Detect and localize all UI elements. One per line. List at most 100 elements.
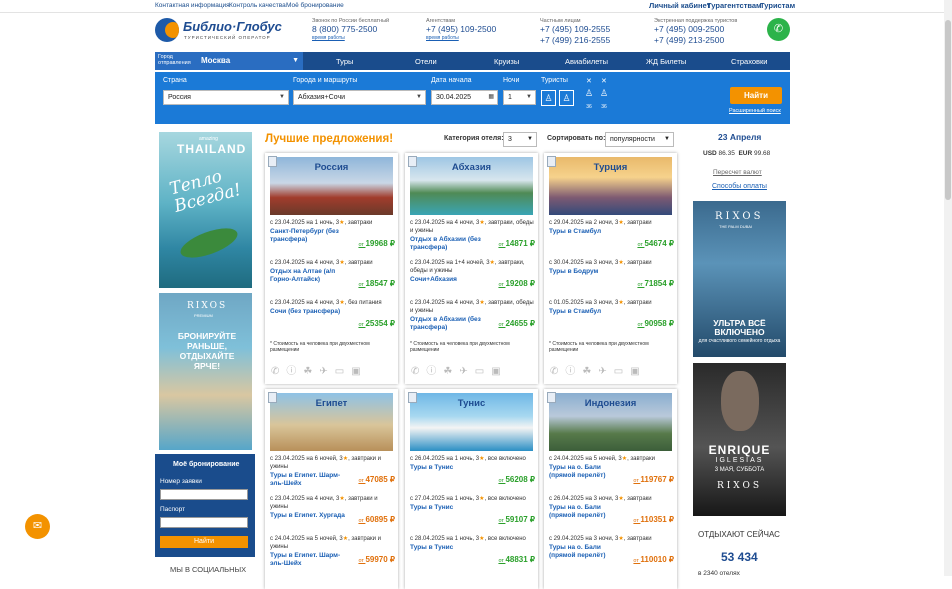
logo[interactable]: Библио·Глобус ТУРИСТИЧЕСКИЙ ОПЕРАТОР — [155, 18, 282, 44]
offer-price[interactable]: от 47085 ₽ — [358, 475, 395, 484]
rixos-dubai-banner[interactable]: RIXOS THE PALM DUBAI УЛЬТРА ВСЁ ВКЛЮЧЕНО… — [693, 201, 786, 357]
calendar-icon[interactable]: ▦ — [488, 91, 494, 104]
child-icon[interactable]: ♙ — [599, 88, 609, 99]
booking-find-button[interactable]: Найти — [160, 536, 248, 548]
nav-cruises[interactable]: Круизы — [494, 57, 519, 66]
offer-price[interactable]: от 19968 ₽ — [358, 239, 395, 248]
offer-price[interactable]: от 48831 ₽ — [498, 555, 535, 564]
offer-link[interactable]: Туры на о. Бали (прямой перелёт) — [549, 464, 629, 480]
phone-number[interactable]: +7 (499) 213-2500 — [654, 35, 737, 46]
child-icon[interactable]: ♙ — [584, 88, 594, 99]
bus-icon[interactable]: ▭ — [335, 366, 351, 377]
palm-icon[interactable]: ☘ — [303, 366, 319, 377]
offer-price[interactable]: от 54674 ₽ — [637, 239, 674, 248]
link-contacts[interactable]: Контактная информация — [155, 2, 230, 9]
work-hours-link[interactable]: время работы — [312, 35, 389, 41]
offer-link[interactable]: Туры в Тунис — [410, 464, 490, 472]
offer-link[interactable]: Туры в Бодрум — [549, 268, 629, 276]
thailand-banner[interactable]: amazing THAILAND Тепло Всегда! — [159, 132, 252, 288]
offer-link[interactable]: Туры в Стамбул — [549, 308, 629, 316]
country-select[interactable]: Россия ▼ — [163, 90, 289, 105]
info-icon[interactable]: ⓘ — [565, 366, 582, 377]
plane-icon[interactable]: ✈ — [319, 366, 334, 377]
phone-icon[interactable]: ✆ — [411, 366, 426, 377]
offer-link[interactable]: Отдых в Абхазии (без трансфера) — [410, 236, 490, 252]
destination-title[interactable]: Россия — [265, 162, 398, 173]
nav-hotels[interactable]: Отели — [415, 57, 437, 66]
phone-icon[interactable]: ✆ — [271, 366, 286, 377]
offer-link[interactable]: Отдых в Абхазии (без трансфера) — [410, 316, 490, 332]
search-button[interactable]: Найти — [730, 87, 782, 104]
offer-link[interactable]: Сочи+Абхазия — [410, 276, 490, 284]
nights-select[interactable]: 1 ▼ — [503, 90, 536, 105]
chat-button[interactable]: ✉ — [25, 514, 50, 539]
hotel-icon[interactable]: ▣ — [491, 366, 507, 377]
offer-link[interactable]: Туры на о. Бали (прямой перелёт) — [549, 504, 629, 520]
palm-icon[interactable]: ☘ — [582, 366, 598, 377]
offer-price[interactable]: от 110351 ₽ — [633, 515, 674, 524]
offer-price[interactable]: от 18547 ₽ — [358, 279, 395, 288]
payment-methods-link[interactable]: Способы оплаты — [712, 183, 767, 190]
offer-price[interactable]: от 24655 ₽ — [498, 319, 535, 328]
offer-price[interactable]: от 56208 ₽ — [498, 475, 535, 484]
offer-link[interactable]: Туры на о. Бали (прямой перелёт) — [549, 544, 629, 560]
offer-link[interactable]: Туры в Стамбул — [549, 228, 629, 236]
offer-link[interactable]: Туры в Египет. Шарм-эль-Шейх — [270, 472, 350, 488]
link-agencies[interactable]: Турагентствам — [707, 1, 762, 10]
link-quality[interactable]: Контроль качества — [229, 2, 286, 9]
offer-price[interactable]: от 110010 ₽ — [633, 555, 674, 564]
currency-recalc-link[interactable]: Пересчет валют — [713, 169, 762, 176]
work-hours-link[interactable]: время работы — [426, 35, 496, 41]
nav-trains[interactable]: ЖД Билеты — [646, 57, 686, 66]
phone-number[interactable]: +7 (495) 009-2500 — [654, 24, 737, 35]
offer-price[interactable]: от 60895 ₽ — [358, 515, 395, 524]
departure-city-select[interactable]: Город отправления Москва ▼ — [155, 52, 303, 70]
offer-link[interactable]: Туры в Тунис — [410, 504, 490, 512]
offer-price[interactable]: от 71854 ₽ — [637, 279, 674, 288]
destination-title[interactable]: Египет — [265, 398, 398, 409]
offer-price[interactable]: от 90958 ₽ — [637, 319, 674, 328]
palm-icon[interactable]: ☘ — [443, 366, 459, 377]
offer-price[interactable]: от 59970 ₽ — [358, 555, 395, 564]
rixos-premium-banner[interactable]: RIXOS PREMIUM БРОНИРУЙТЕ РАНЬШЕ, ОТДЫХАЙ… — [159, 293, 252, 450]
offer-link[interactable]: Туры в Тунис — [410, 544, 490, 552]
offer-link[interactable]: Туры в Египет. Хургада — [270, 512, 350, 520]
phone-icon[interactable]: ✆ — [550, 366, 565, 377]
offer-link[interactable]: Отдых на Алтае (а/п Горно-Алтайск) — [270, 268, 350, 284]
destination-title[interactable]: Индонезия — [544, 398, 677, 409]
remove-child-icon[interactable]: ✕ — [601, 77, 607, 85]
link-my-booking[interactable]: Моё бронирование — [286, 2, 344, 9]
phone-number[interactable]: +7 (499) 216-2555 — [540, 35, 610, 46]
passport-input[interactable] — [160, 517, 248, 528]
adult-toggle-2[interactable]: ♙ — [559, 90, 574, 106]
hotel-category-select[interactable]: 3 ▼ — [503, 132, 537, 147]
scrollbar-thumb[interactable] — [945, 20, 951, 200]
info-icon[interactable]: ⓘ — [426, 366, 443, 377]
offer-price[interactable]: от 19208 ₽ — [498, 279, 535, 288]
plane-icon[interactable]: ✈ — [598, 366, 613, 377]
nav-flights[interactable]: Авиабилеты — [565, 57, 608, 66]
page-scrollbar[interactable] — [944, 0, 952, 576]
destination-title[interactable]: Тунис — [405, 398, 538, 409]
destination-title[interactable]: Абхазия — [405, 162, 538, 173]
offer-link[interactable]: Санкт-Петербург (без трансфера) — [270, 228, 350, 244]
date-input[interactable]: 30.04.2025 ▦ — [431, 90, 498, 105]
nav-insurance[interactable]: Страховки — [731, 57, 768, 66]
offer-link[interactable]: Сочи (без трансфера) — [270, 308, 350, 316]
info-icon[interactable]: ⓘ — [286, 366, 303, 377]
phone-number[interactable]: +7 (495) 109-2500 — [426, 24, 496, 35]
call-button[interactable]: ✆ — [767, 18, 790, 41]
offer-link[interactable]: Туры в Египет. Шарм-эль-Шейх — [270, 552, 350, 568]
phone-number[interactable]: 8 (800) 775-2500 — [312, 24, 389, 35]
destination-title[interactable]: Турция — [544, 162, 677, 173]
offer-price[interactable]: от 25354 ₽ — [358, 319, 395, 328]
sort-select[interactable]: популярности ▼ — [605, 132, 674, 147]
offer-price[interactable]: от 14871 ₽ — [498, 239, 535, 248]
hotel-icon[interactable]: ▣ — [351, 366, 367, 377]
bus-icon[interactable]: ▭ — [475, 366, 491, 377]
plane-icon[interactable]: ✈ — [459, 366, 474, 377]
offer-price[interactable]: от 59107 ₽ — [498, 515, 535, 524]
adult-toggle-1[interactable]: ♙ — [541, 90, 556, 106]
phone-number[interactable]: +7 (495) 109-2555 — [540, 24, 610, 35]
link-cabinet[interactable]: Личный кабинет — [649, 1, 710, 10]
